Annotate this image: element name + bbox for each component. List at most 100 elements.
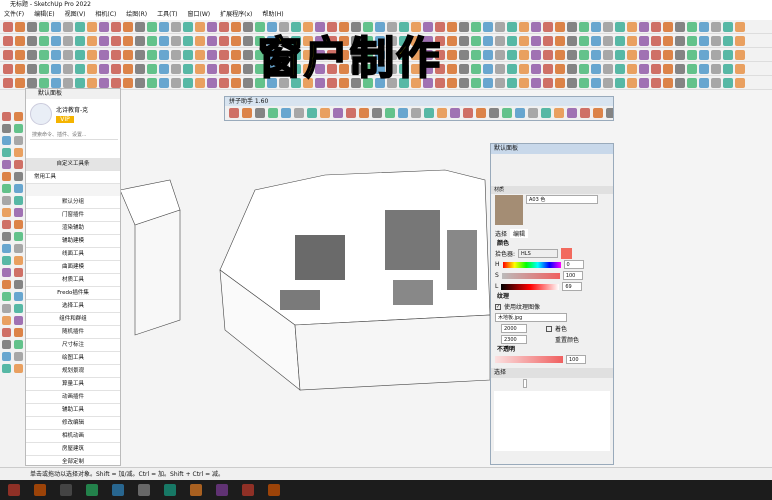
tool-icon[interactable]	[483, 22, 493, 32]
tool-icon[interactable]	[591, 36, 601, 46]
tool-icon[interactable]	[183, 36, 193, 46]
tool-icon[interactable]	[123, 36, 133, 46]
tool-icon[interactable]	[447, 36, 457, 46]
tool-icon[interactable]	[242, 484, 254, 496]
tool-icon[interactable]	[2, 292, 11, 301]
tool-icon[interactable]	[519, 64, 529, 74]
tool-icon[interactable]	[593, 108, 603, 118]
tool-icon[interactable]	[171, 64, 181, 74]
tool-icon[interactable]	[243, 64, 253, 74]
tool-icon[interactable]	[541, 108, 551, 118]
category-item[interactable]: 渲染辅助	[26, 222, 120, 235]
tool-icon[interactable]	[2, 148, 11, 157]
tool-icon[interactable]	[2, 112, 11, 121]
tool-icon[interactable]	[2, 256, 11, 265]
tool-icon[interactable]	[207, 78, 217, 88]
tool-icon[interactable]	[627, 78, 637, 88]
tool-icon[interactable]	[531, 64, 541, 74]
tool-icon[interactable]	[159, 36, 169, 46]
color-swatch[interactable]	[561, 248, 573, 259]
category-item[interactable]: Fredo插件集	[26, 287, 120, 300]
tool-icon[interactable]	[723, 36, 733, 46]
tool-icon[interactable]	[39, 50, 49, 60]
collection-select[interactable]	[523, 379, 527, 388]
tool-icon[interactable]	[543, 50, 553, 60]
tool-icon[interactable]	[675, 50, 685, 60]
tool-icon[interactable]	[207, 22, 217, 32]
tool-icon[interactable]	[699, 36, 709, 46]
tool-icon[interactable]	[219, 78, 229, 88]
tool-icon[interactable]	[231, 64, 241, 74]
tool-icon[interactable]	[2, 352, 11, 361]
tool-icon[interactable]	[2, 124, 11, 133]
menu-item[interactable]: 视图(V)	[65, 10, 86, 20]
tool-icon[interactable]	[63, 22, 73, 32]
category-item[interactable]: 默认分组	[26, 196, 120, 209]
tool-icon[interactable]	[567, 50, 577, 60]
menu-item[interactable]: 相机(C)	[95, 10, 116, 20]
tool-icon[interactable]	[159, 22, 169, 32]
picker-select[interactable]: HLS	[518, 249, 559, 258]
tab-edit[interactable]: 编辑	[510, 229, 529, 238]
tool-icon[interactable]	[99, 22, 109, 32]
tool-icon[interactable]	[183, 64, 193, 74]
tool-icon[interactable]	[424, 108, 434, 118]
tool-icon[interactable]	[14, 292, 23, 301]
category-item[interactable]: 曲面建模	[26, 261, 120, 274]
tool-icon[interactable]	[579, 22, 589, 32]
tool-icon[interactable]	[663, 50, 673, 60]
tool-icon[interactable]	[567, 22, 577, 32]
s-slider[interactable]	[501, 272, 560, 279]
tool-icon[interactable]	[615, 22, 625, 32]
tool-icon[interactable]	[603, 22, 613, 32]
tool-icon[interactable]	[531, 50, 541, 60]
tool-icon[interactable]	[398, 108, 408, 118]
tool-icon[interactable]	[171, 22, 181, 32]
tool-icon[interactable]	[75, 64, 85, 74]
tool-icon[interactable]	[528, 108, 538, 118]
tool-icon[interactable]	[39, 22, 49, 32]
tool-icon[interactable]	[14, 124, 23, 133]
tool-icon[interactable]	[459, 22, 469, 32]
tool-icon[interactable]	[507, 22, 517, 32]
category-item[interactable]: 辅助工具	[26, 404, 120, 417]
tool-icon[interactable]	[615, 50, 625, 60]
tool-icon[interactable]	[471, 50, 481, 60]
texture-width[interactable]: 2000 mm	[501, 324, 527, 340]
tool-icon[interactable]	[579, 64, 589, 74]
tool-icon[interactable]	[123, 22, 133, 32]
tool-icon[interactable]	[675, 78, 685, 88]
tool-icon[interactable]	[14, 112, 23, 121]
tool-icon[interactable]	[2, 232, 11, 241]
tool-icon[interactable]	[723, 22, 733, 32]
tool-icon[interactable]	[135, 50, 145, 60]
s-value[interactable]: 100	[562, 271, 583, 280]
tool-icon[interactable]	[39, 78, 49, 88]
tool-icon[interactable]	[603, 50, 613, 60]
materials-header[interactable]: 材质	[491, 186, 613, 194]
tool-icon[interactable]	[171, 36, 181, 46]
tool-icon[interactable]	[14, 340, 23, 349]
tool-icon[interactable]	[75, 78, 85, 88]
tab-select[interactable]: 选择	[495, 229, 507, 238]
tool-icon[interactable]	[15, 78, 25, 88]
tool-icon[interactable]	[333, 108, 343, 118]
tool-icon[interactable]	[111, 36, 121, 46]
tool-icon[interactable]	[3, 50, 13, 60]
category-item[interactable]: 尺寸标注	[26, 339, 120, 352]
tool-icon[interactable]	[735, 50, 745, 60]
tool-icon[interactable]	[543, 64, 553, 74]
l-value[interactable]: 69	[562, 282, 583, 291]
tool-icon[interactable]	[14, 232, 23, 241]
tool-icon[interactable]	[14, 136, 23, 145]
tool-icon[interactable]	[437, 108, 447, 118]
tool-icon[interactable]	[687, 50, 697, 60]
tool-icon[interactable]	[320, 108, 330, 118]
tool-icon[interactable]	[27, 78, 37, 88]
tool-icon[interactable]	[471, 22, 481, 32]
tool-icon[interactable]	[219, 64, 229, 74]
tool-icon[interactable]	[231, 36, 241, 46]
tool-icon[interactable]	[639, 50, 649, 60]
tool-icon[interactable]	[627, 50, 637, 60]
tool-icon[interactable]	[219, 50, 229, 60]
